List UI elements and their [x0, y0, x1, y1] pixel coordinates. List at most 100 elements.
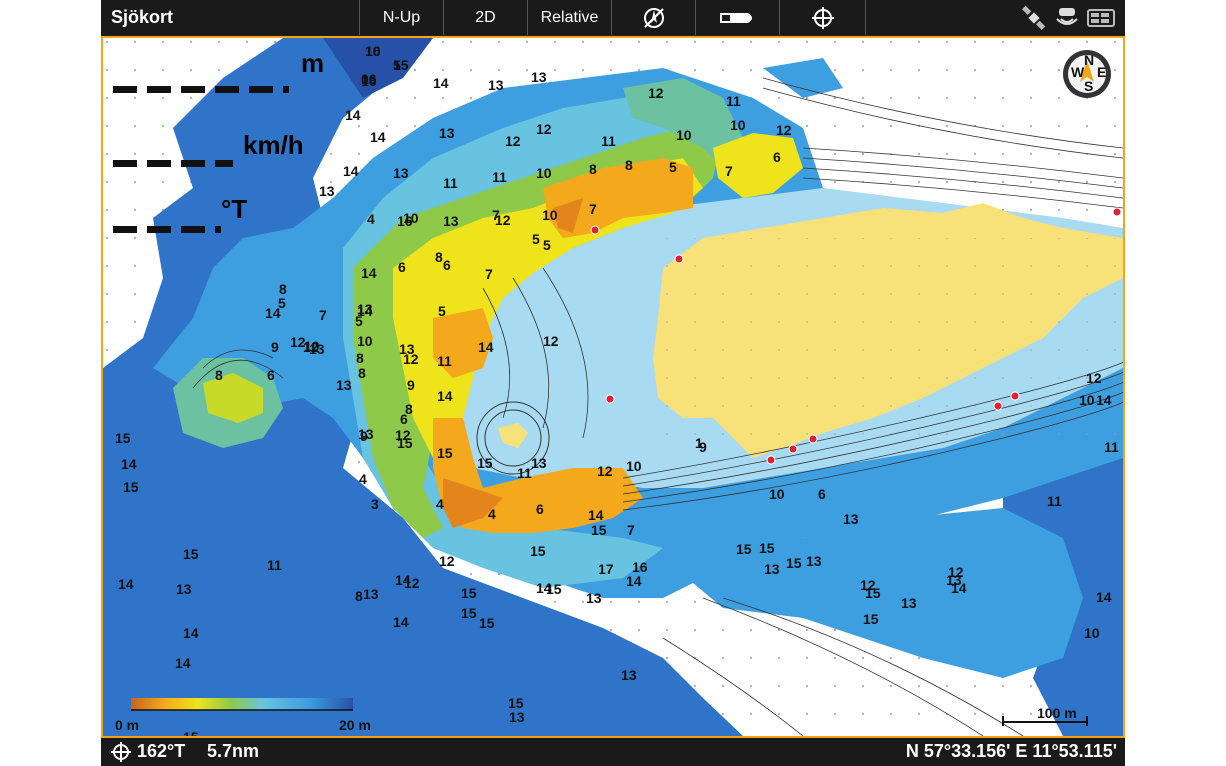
view-mode-button[interactable]: 2D — [443, 0, 527, 35]
depth-sounding-label: 17 — [598, 561, 614, 577]
depth-sounding-label: 8 — [625, 157, 633, 173]
depth-sounding-label: 5 — [393, 57, 401, 73]
depth-sounding-label: 3 — [371, 496, 379, 512]
depth-sounding-label: 5 — [278, 295, 286, 311]
depth-sounding-label: 4 — [488, 506, 496, 522]
depth-sounding-label: 8 — [356, 350, 364, 366]
depth-sounding-label: 12 — [403, 351, 419, 367]
depth-sounding-label: 15 — [479, 615, 495, 631]
depth-sounding-label: 10 — [365, 43, 381, 59]
depth-sounding-label: 10 — [1084, 625, 1100, 641]
depth-sounding-label: 6 — [443, 257, 451, 273]
depth-sounding-label: 11 — [601, 133, 616, 149]
boat-button[interactable] — [695, 0, 779, 35]
speed-unit: km/h — [243, 130, 304, 160]
depth-sounding-label: 15 — [437, 445, 453, 461]
depth-sounding-label: 14 — [536, 580, 552, 596]
depth-sounding-label: 7 — [485, 266, 493, 282]
depth-sounding-label: 4 — [436, 496, 444, 512]
depth-sounding-label: 6 — [400, 411, 408, 427]
depth-sounding-label: 13 — [806, 553, 822, 569]
orientation-button[interactable]: N-Up — [359, 0, 443, 35]
depth-sounding-label: 15 — [591, 522, 607, 538]
depth-sounding-label: 6 — [398, 259, 406, 275]
depth-sounding-label: 15 — [865, 585, 881, 601]
depth-sounding-label: 10 — [357, 333, 373, 349]
satellite-icon — [1022, 5, 1046, 30]
depth-legend-min: 0 m — [115, 717, 139, 733]
crosshair-icon — [811, 6, 834, 29]
depth-sounding-label: 14 — [361, 265, 377, 281]
depth-sounding-label: 14 — [175, 655, 191, 671]
crosshair-button[interactable] — [779, 0, 865, 35]
depth-sounding-label: 15 — [183, 729, 199, 736]
depth-sounding-label: 10 — [676, 127, 692, 143]
depth-sounding-label: 15 — [786, 555, 802, 571]
depth-sounding-label: 7 — [319, 307, 327, 323]
depth-sounding-label: 12 — [439, 553, 455, 569]
navigation-off-button[interactable] — [611, 0, 695, 35]
depth-sounding-label: 7 — [589, 201, 597, 217]
depth-sounding-label: 13 — [509, 709, 525, 725]
depth-sounding-label: 14 — [118, 576, 134, 592]
heading-value-placeholder — [113, 226, 221, 233]
depth-sounding-label: 13 — [443, 213, 459, 229]
depth-sounding-label: 13 — [531, 69, 547, 85]
depth-sounding-label: 13 — [439, 125, 455, 141]
cursor-crosshair-icon — [111, 742, 131, 762]
depth-sounding-label: 6 — [773, 149, 781, 165]
compass-s: S — [1084, 78, 1093, 94]
depth-sounding-label: 11 — [1104, 439, 1119, 455]
depth-sounding-label: 14 — [626, 573, 642, 589]
depth-sounding-label: 6 — [818, 486, 826, 502]
depth-sounding-label: 15 — [397, 435, 413, 451]
cursor-distance: 5.7nm — [207, 741, 260, 761]
depth-sounding-label: 9 — [407, 377, 415, 393]
depth-sounding-label: 8 — [358, 365, 366, 381]
depth-sounding-label: 4 — [359, 471, 367, 487]
depth-sounding-label: 12 — [505, 133, 521, 149]
chart-map[interactable]: 16 16 15 16 14 13 13 12 11 14 13 12 12 11 10 10 14 14 13 11… — [101, 36, 1125, 738]
depth-sounding-label: 15 — [508, 695, 524, 711]
depth-sounding-label: 13 — [176, 581, 192, 597]
depth-sounding-label: 11 — [1047, 493, 1062, 509]
depth-sounding-label: 15 — [115, 430, 131, 446]
depth-sounding-label: 14 — [343, 163, 359, 179]
depth-sounding-label: 7 — [725, 163, 733, 179]
depth-sounding-label: 5 — [543, 237, 551, 253]
depth-sounding-label: 11 — [267, 557, 282, 573]
depth-sounding-label: 14 — [370, 129, 386, 145]
depth-sounding-label: 13 — [363, 586, 379, 602]
depth-sounding-label: 11 — [726, 93, 741, 109]
chart-screen: Sjökort N-Up 2D Relative 16 16 15 16 14 … — [101, 0, 1125, 766]
depth-sounding-label: 8 — [215, 367, 223, 383]
depth-sounding-label: 13 — [393, 165, 409, 181]
depth-sounding-label: 14 — [121, 456, 137, 472]
depth-sounding-label: 6 — [267, 367, 275, 383]
depth-sounding-label: 13 — [843, 511, 859, 527]
cursor-bearing: 162°T — [137, 741, 186, 761]
depth-sounding-label: 8 — [435, 249, 443, 265]
depth-sounding-label: 14 — [345, 107, 361, 123]
depth-sounding-label: 13 — [586, 590, 602, 606]
depth-sounding-label: 9 — [699, 439, 707, 455]
depth-sounding-label: 10 — [304, 338, 320, 354]
depth-sounding-label: 12 — [495, 212, 511, 228]
depth-sounding-label: 12 — [1086, 370, 1102, 386]
depth-sounding-label: 10 — [626, 458, 642, 474]
depth-sounding-label: 15 — [863, 611, 879, 627]
depth-sounding-label: 15 — [759, 540, 775, 556]
depth-sounding-label: 4 — [367, 211, 375, 227]
status-bar: 162°T 5.7nm N 57°33.156' E 11°53.115' — [101, 738, 1125, 766]
depth-sounding-label: 13 — [764, 561, 780, 577]
depth-sounding-label: 12 — [776, 122, 792, 138]
depth-sounding-label: 13 — [531, 455, 547, 471]
depth-sounding-label: 10 — [1079, 392, 1095, 408]
depth-sounding-label: 11 — [492, 169, 507, 185]
compass-icon[interactable]: N E S W — [1063, 50, 1111, 98]
depth-sounding-label: 6 — [536, 501, 544, 517]
depth-sounding-label: 8 — [589, 161, 597, 177]
sonar-icon — [1056, 7, 1078, 25]
motion-mode-button[interactable]: Relative — [527, 0, 611, 35]
depth-sounding-label: 14 — [393, 614, 409, 630]
